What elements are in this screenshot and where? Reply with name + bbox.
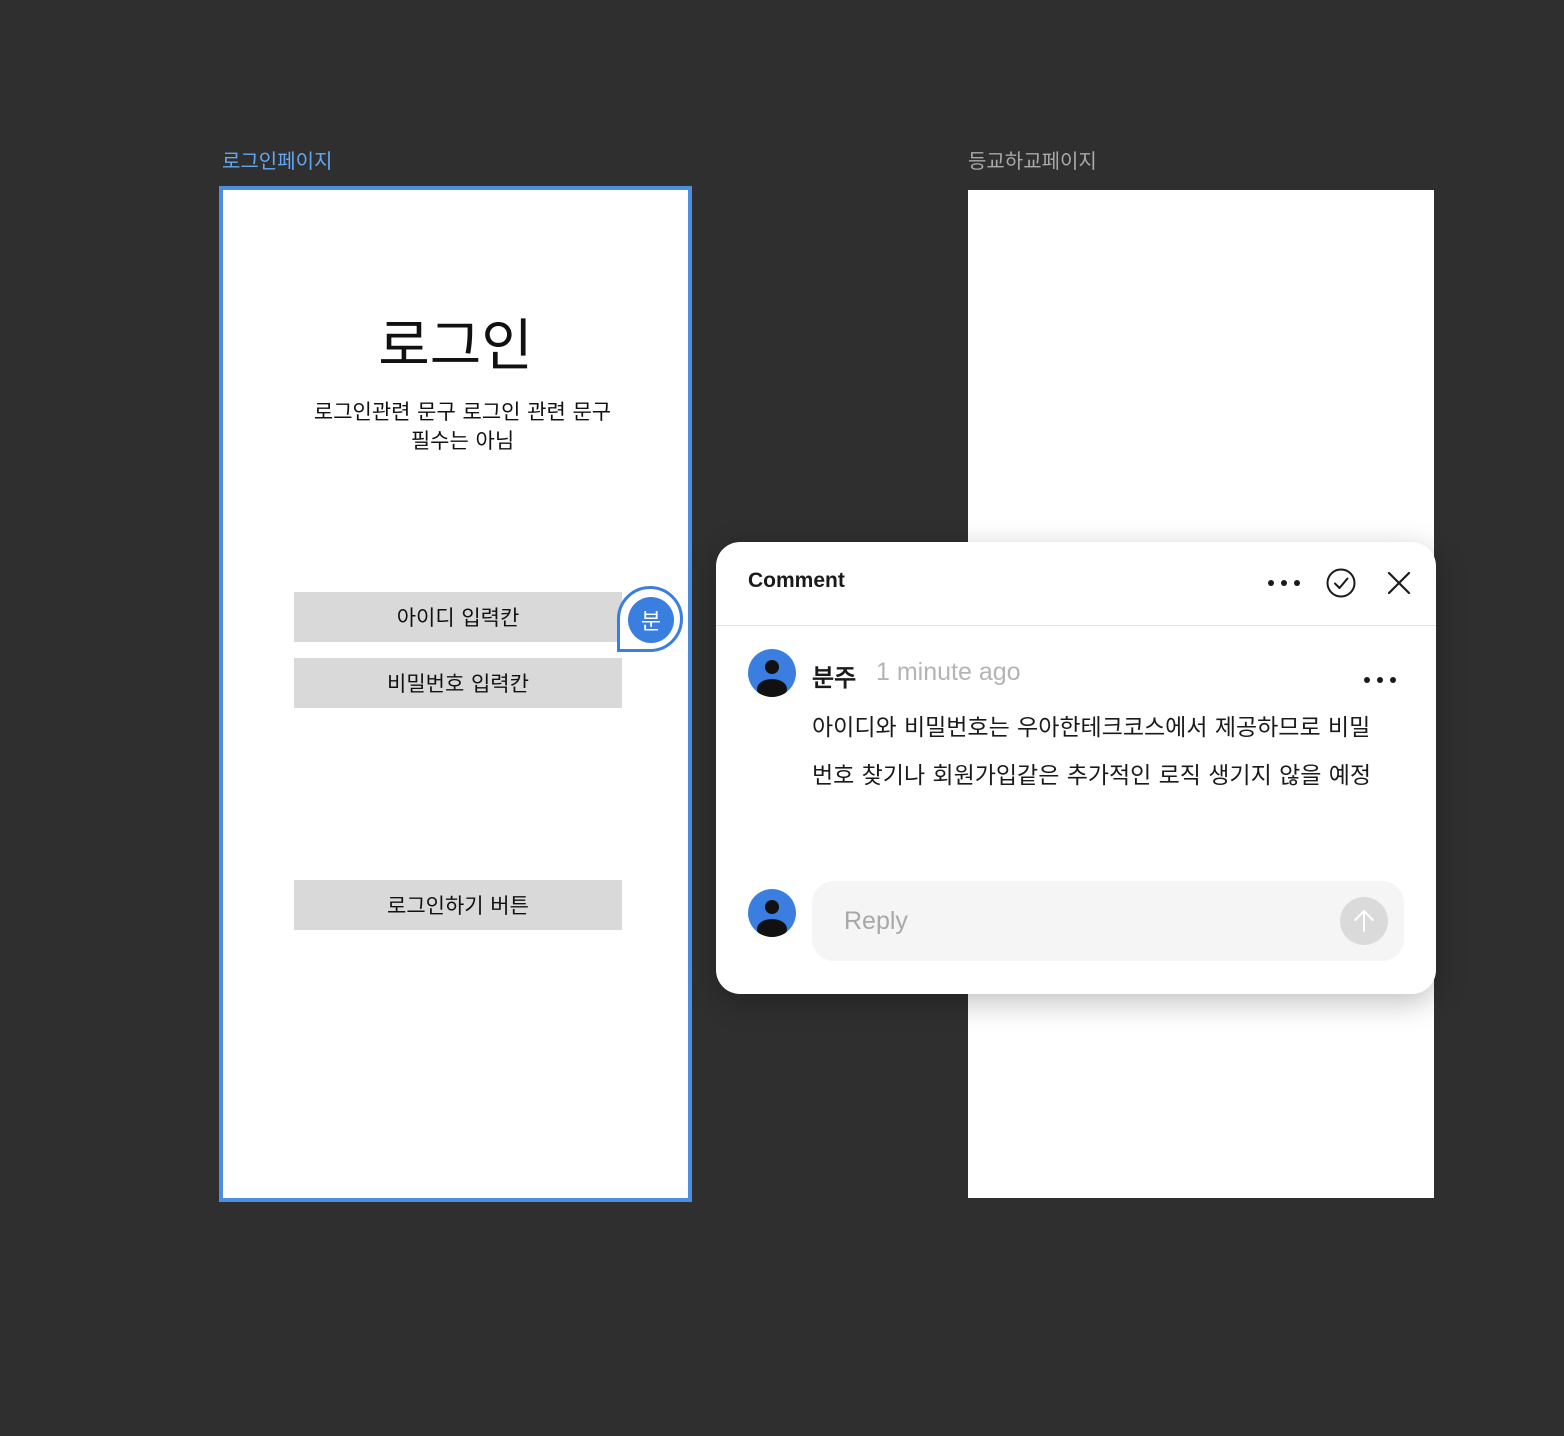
design-canvas[interactable]: 로그인페이지 등교하교페이지 로그인 로그인관련 문구 로그인 관련 문구 필수…	[0, 0, 1564, 1436]
comment-body: 아이디와 비밀번호는 우아한테크코스에서 제공하므로 비밀번호 찾기나 회원가입…	[812, 715, 1372, 789]
comment-header: Comment	[716, 542, 1436, 626]
comment-panel: Comment 분주 1 minute ago 아이디와 비밀번호는 우아한테크…	[716, 542, 1436, 994]
id-input-label: 아이디 입력칸	[396, 606, 520, 630]
close-icon	[1387, 571, 1411, 595]
comment-timestamp: 1 minute ago	[876, 658, 1021, 686]
comment-author-avatar[interactable]	[748, 649, 796, 697]
login-subtitle[interactable]: 로그인관련 문구 로그인 관련 문구 필수는 아님	[310, 398, 615, 456]
id-input-placeholder[interactable]: 아이디 입력칸	[294, 592, 622, 642]
more-icon	[1364, 677, 1396, 683]
comment-author: 분주	[812, 664, 857, 692]
comment-pin[interactable]: 분	[617, 586, 687, 656]
send-reply-button[interactable]	[1340, 897, 1388, 945]
login-title[interactable]: 로그인	[219, 312, 692, 382]
comment-more-button[interactable]	[1360, 668, 1400, 692]
comment-panel-title: Comment	[748, 569, 845, 592]
user-icon	[757, 900, 787, 937]
reply-user-avatar	[748, 889, 796, 937]
user-icon	[757, 660, 787, 697]
password-input-label: 비밀번호 입력칸	[387, 672, 529, 696]
reply-input[interactable]	[812, 881, 1354, 961]
frame-label-login[interactable]: 로그인페이지	[222, 149, 332, 173]
login-button-placeholder[interactable]: 로그인하기 버튼	[294, 880, 622, 930]
comment-pin-avatar: 분	[628, 597, 674, 643]
arrow-up-icon	[1354, 910, 1374, 932]
resolve-button[interactable]	[1324, 566, 1358, 600]
frame-label-commute[interactable]: 등교하교페이지	[968, 149, 1097, 173]
reply-box[interactable]	[812, 881, 1404, 961]
more-icon	[1268, 580, 1300, 586]
close-button[interactable]	[1382, 566, 1416, 600]
check-circle-icon	[1326, 568, 1356, 598]
more-options-button[interactable]	[1264, 568, 1304, 598]
login-button-label: 로그인하기 버튼	[387, 894, 529, 918]
password-input-placeholder[interactable]: 비밀번호 입력칸	[294, 658, 622, 708]
